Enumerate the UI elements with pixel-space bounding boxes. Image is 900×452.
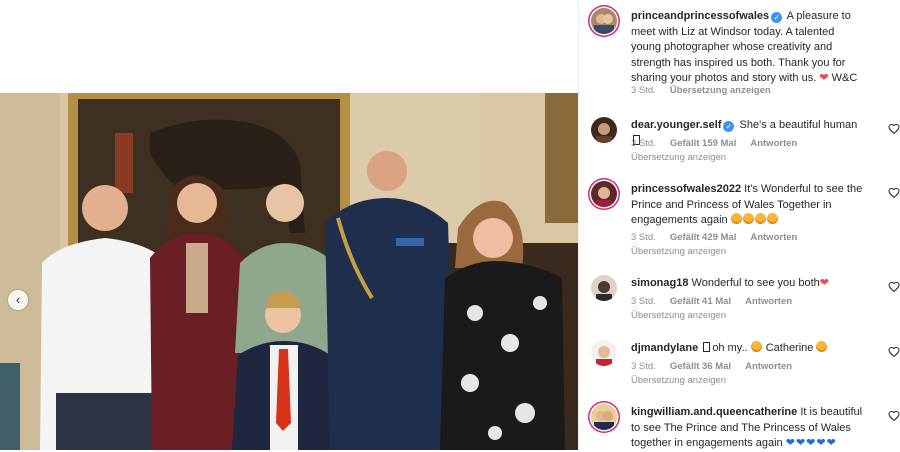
avatar-image xyxy=(591,8,617,34)
avatar-image xyxy=(591,275,617,301)
avatar[interactable] xyxy=(591,340,617,366)
comment-meta: 3 Std. Gefällt 159 Mal Antworten xyxy=(631,138,811,149)
avatar[interactable] xyxy=(591,117,617,143)
avatar-image xyxy=(591,181,617,207)
emoji-icon xyxy=(750,341,762,352)
blue-heart-icon: ❤❤❤❤❤ xyxy=(785,437,837,449)
comment-likes[interactable]: Gefällt 429 Mal xyxy=(670,232,737,243)
comment-username[interactable]: princessofwales2022 xyxy=(631,183,741,195)
red-heart-icon: ❤ xyxy=(819,277,829,289)
comment-meta: 3 Std. Gefällt 429 Mal Antworten xyxy=(631,232,811,243)
post-time[interactable]: 3 Std. xyxy=(631,85,656,96)
avatar[interactable] xyxy=(591,404,617,430)
comment-time[interactable]: 3 Std. xyxy=(631,138,656,149)
comment-time[interactable]: 3 Std. xyxy=(631,296,656,307)
heart-outline-icon[interactable] xyxy=(888,187,900,199)
translate-link[interactable]: Übersetzung anzeigen xyxy=(670,85,771,96)
comment-time[interactable]: 3 Std. xyxy=(631,232,656,243)
red-heart-icon: ❤ xyxy=(819,72,829,84)
comment-likes[interactable]: Gefällt 41 Mal xyxy=(670,296,731,307)
comment-text: Wonderful to see you both xyxy=(691,277,820,289)
previous-image-button[interactable]: ‹ xyxy=(8,290,28,310)
verified-badge-icon: ✓ xyxy=(771,12,783,23)
heart-outline-icon[interactable] xyxy=(888,410,900,422)
heart-outline-icon[interactable] xyxy=(888,346,900,358)
reply-button[interactable]: Antworten xyxy=(750,138,797,149)
comments-panel: princeandprincessofwales ✓ A pleasure to … xyxy=(579,0,900,450)
comment-text: oh my.. xyxy=(712,342,748,354)
avatar-image xyxy=(591,404,617,430)
emoji-icon xyxy=(816,341,828,352)
comment-username[interactable]: djmandylane xyxy=(631,342,698,354)
comment-username[interactable]: simonag18 xyxy=(631,277,688,289)
comment-username[interactable]: kingwilliam.and.queencatherine xyxy=(631,406,797,418)
avatar[interactable] xyxy=(591,8,617,34)
comment-text: She's a beautiful human xyxy=(739,119,858,131)
post-photo[interactable] xyxy=(0,93,578,450)
comment-text: Catherine xyxy=(765,342,814,354)
comment-username[interactable]: dear.younger.self xyxy=(631,119,721,131)
group-photo-image xyxy=(0,93,578,450)
reply-button[interactable]: Antworten xyxy=(745,361,792,372)
reply-button[interactable]: Antworten xyxy=(745,296,792,307)
comment-likes[interactable]: Gefällt 159 Mal xyxy=(670,138,737,149)
avatar-image xyxy=(591,117,617,143)
comment-time[interactable]: 3 Std. xyxy=(631,361,656,372)
translate-link[interactable]: Übersetzung anzeigen xyxy=(631,310,726,321)
emoji-icon xyxy=(730,213,779,226)
verified-badge-icon: ✓ xyxy=(723,121,735,132)
reply-button[interactable]: Antworten xyxy=(750,232,797,243)
comment-meta: 3 Std. Gefällt 41 Mal Antworten xyxy=(631,296,806,307)
post-signoff: W&C xyxy=(831,72,858,84)
post-username[interactable]: princeandprincessofwales xyxy=(631,10,769,22)
post-media-area: ‹ xyxy=(0,0,578,450)
comment-likes[interactable]: Gefällt 36 Mal xyxy=(670,361,731,372)
avatar[interactable] xyxy=(591,181,617,207)
translate-link[interactable]: Übersetzung anzeigen xyxy=(631,152,726,163)
heart-outline-icon[interactable] xyxy=(888,123,900,135)
emoji-placeholder-icon xyxy=(703,342,711,352)
chevron-left-icon: ‹ xyxy=(15,291,21,307)
translate-link[interactable]: Übersetzung anzeigen xyxy=(631,375,726,386)
post-meta: 3 Std. Übersetzung anzeigen xyxy=(631,85,785,96)
avatar-image xyxy=(591,340,617,366)
translate-link[interactable]: Übersetzung anzeigen xyxy=(631,246,726,257)
heart-outline-icon[interactable] xyxy=(888,281,900,293)
avatar[interactable] xyxy=(591,275,617,301)
comment-meta: 3 Std. Gefällt 36 Mal Antworten xyxy=(631,361,806,372)
